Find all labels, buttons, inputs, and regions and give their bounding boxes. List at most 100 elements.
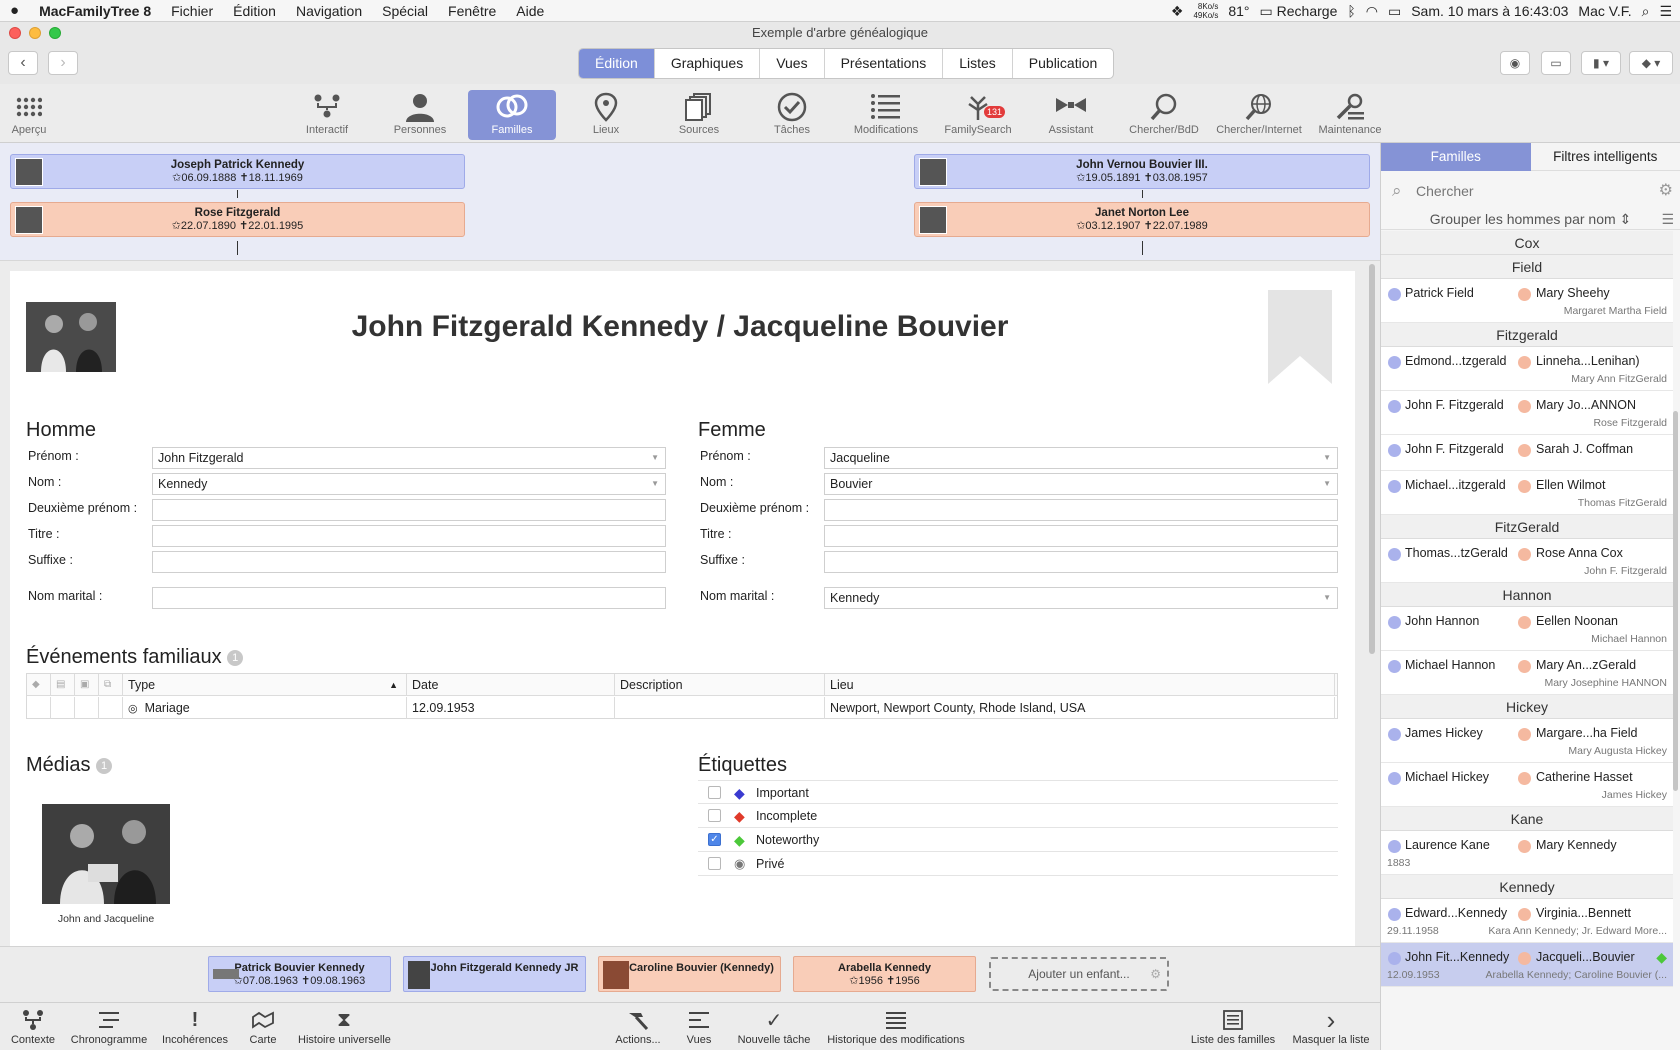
menu-special[interactable]: Spécial [372, 3, 438, 19]
close-window-button[interactable] [9, 27, 21, 39]
toolbar-maintenance[interactable]: Maintenance [1306, 90, 1394, 140]
add-child-button[interactable]: Ajouter un enfant... ⚙ [989, 957, 1169, 991]
list-item[interactable]: Patrick Field Mary Sheehy Margaret Marth… [1381, 279, 1673, 323]
sidebar-tab-filtres[interactable]: Filtres intelligents [1530, 143, 1680, 171]
bottom-actions[interactable]: Actions... [614, 1006, 662, 1046]
tag-row-prive[interactable]: ◉ Privé [698, 852, 1338, 876]
toolbar-sources[interactable]: Sources [655, 90, 743, 140]
tab-graphiques[interactable]: Graphiques [655, 49, 761, 78]
list-item[interactable]: Michael...itzgerald Ellen Wilmot Thomas … [1381, 471, 1673, 515]
parent-card-wife-mother[interactable]: Janet Norton Lee ✩03.12.1907 ✝22.07.1989 [914, 202, 1370, 237]
sidebar-search-input[interactable] [1416, 181, 1636, 201]
tag-row-incomplete[interactable]: ◆ Incomplete [698, 804, 1338, 828]
tag-menu-button[interactable]: ◆ ▾ [1629, 51, 1673, 75]
zoom-window-button[interactable] [49, 27, 61, 39]
bottom-historique[interactable]: Historique des modifications [824, 1006, 968, 1046]
wifi-icon[interactable]: ◠ [1366, 3, 1378, 20]
minimize-window-button[interactable] [29, 27, 41, 39]
toolbar-taches[interactable]: Tâches [748, 90, 836, 140]
child-card-arabella[interactable]: Arabella Kennedy ✩1956 ✝1956 [793, 956, 976, 992]
tag-checkbox-incomplete[interactable] [708, 809, 721, 822]
menu-fenetre[interactable]: Fenêtre [438, 3, 506, 19]
parent-card-husband-mother[interactable]: Rose Fitzgerald ✩22.07.1890 ✝22.01.1995 [10, 202, 465, 237]
bottom-chronogramme[interactable]: Chronogramme [70, 1006, 148, 1046]
toolbar-personnes[interactable]: Personnes [376, 90, 464, 140]
man-married-name-field[interactable] [152, 587, 666, 609]
column-header-date[interactable]: Date [407, 674, 615, 696]
column-header-type[interactable]: Type ▲ [123, 674, 407, 696]
man-middle-name-field[interactable] [152, 499, 666, 521]
tag-row-noteworthy[interactable]: ✓ ◆ Noteworthy [698, 828, 1338, 852]
spotlight-icon[interactable]: ⌕ [1642, 3, 1650, 20]
vertical-scrollbar[interactable] [1367, 261, 1377, 946]
tab-edition[interactable]: Édition [579, 49, 655, 78]
tab-presentations[interactable]: Présentations [825, 49, 944, 78]
child-card-john-jr[interactable]: John Fitzgerald Kennedy JR [403, 956, 586, 992]
source-column-icon[interactable]: ⧉ [99, 674, 123, 696]
toolbar-familles[interactable]: Familles [468, 90, 556, 140]
dropbox-icon[interactable]: ❖ [1171, 3, 1184, 20]
list-item[interactable]: Edward...Kennedy Virginia...Bennett 29.1… [1381, 899, 1673, 943]
menu-aide[interactable]: Aide [506, 3, 554, 19]
tag-column-icon[interactable]: ◆ [27, 674, 51, 696]
sidebar-scrollbar[interactable] [1673, 231, 1680, 1050]
list-item[interactable]: Laurence Kane Mary Kennedy 1883 [1381, 831, 1673, 875]
scrollbar-thumb[interactable] [1369, 264, 1375, 654]
parent-card-wife-father[interactable]: John Vernou Bouvier III. ✩19.05.1891 ✝03… [914, 154, 1370, 189]
sidebar-tab-familles[interactable]: Familles [1381, 143, 1531, 171]
tag-checkbox-noteworthy[interactable]: ✓ [708, 833, 721, 846]
menu-app-name[interactable]: MacFamilyTree 8 [29, 3, 161, 19]
media-column-icon[interactable]: ▣ [75, 674, 99, 696]
list-item-selected[interactable]: John Fit...Kennedy Jacqueli...Bouvier ◆ … [1381, 943, 1673, 987]
menu-navigation[interactable]: Navigation [286, 3, 372, 19]
user-name[interactable]: Mac V.F. [1578, 3, 1631, 19]
tab-vues[interactable]: Vues [760, 49, 825, 78]
bookmark-icon[interactable] [1268, 290, 1332, 384]
gear-icon[interactable]: ⚙ [1659, 178, 1673, 204]
menu-edition[interactable]: Édition [223, 3, 286, 19]
woman-suffix-field[interactable] [824, 551, 1338, 573]
toolbar-assistant[interactable]: Assistant [1027, 90, 1115, 140]
toolbar-interactif[interactable]: Interactif [283, 90, 371, 140]
bottom-vues[interactable]: Vues [682, 1006, 716, 1046]
woman-middle-name-field[interactable] [824, 499, 1338, 521]
woman-first-name-field[interactable]: Jacqueline ▼ [824, 447, 1338, 469]
bottom-liste-familles[interactable]: Liste des familles [1190, 1006, 1276, 1046]
woman-married-name-field[interactable]: Kennedy ▼ [824, 587, 1338, 609]
man-first-name-field[interactable]: John Fitzgerald ▼ [152, 447, 666, 469]
sort-options-icon[interactable]: ☰ [1661, 208, 1674, 230]
clock[interactable]: Sam. 10 mars à 16:43:03 [1411, 3, 1568, 19]
child-card-patrick[interactable]: Patrick Bouvier Kennedy ✩07.08.1963 ✝09.… [208, 956, 391, 992]
column-header-place[interactable]: Lieu [825, 674, 1335, 696]
man-title-field[interactable] [152, 525, 666, 547]
toolbar-chercher-bdd[interactable]: Chercher/BdD [1120, 90, 1208, 140]
toolbar-familysearch[interactable]: 131 FamilySearch [934, 90, 1022, 140]
bottom-histoire-universelle[interactable]: ⧗ Histoire universelle [298, 1006, 391, 1047]
bluetooth-icon[interactable]: ᛒ [1347, 3, 1355, 19]
toolbar-lieux[interactable]: Lieux [562, 90, 650, 140]
tag-checkbox-important[interactable] [708, 786, 721, 799]
toolbar-apercu[interactable]: Aperçu [0, 90, 73, 140]
tag-row-important[interactable]: ◆ Important [698, 780, 1338, 804]
temperature-readout[interactable]: 81° [1228, 3, 1249, 19]
list-item[interactable]: Thomas...tzGerald Rose Anna Cox John F. … [1381, 539, 1673, 583]
scrollbar-thumb[interactable] [1673, 411, 1678, 791]
woman-title-field[interactable] [824, 525, 1338, 547]
sync-button[interactable]: ◉ [1500, 51, 1530, 75]
table-row[interactable]: ◎ Mariage 12.09.1953 Newport, Newport Co… [27, 697, 1337, 719]
media-thumbnail[interactable] [42, 804, 170, 904]
forward-button[interactable]: › [48, 51, 78, 75]
layout-button[interactable]: ▭ [1541, 51, 1571, 75]
menu-fichier[interactable]: Fichier [161, 3, 223, 19]
family-photo[interactable] [26, 302, 116, 372]
tag-checkbox-prive[interactable] [708, 857, 721, 870]
child-card-caroline[interactable]: Caroline Bouvier (Kennedy) [598, 956, 781, 992]
bottom-masquer-liste[interactable]: › Masquer la liste [1290, 1005, 1372, 1047]
battery-status[interactable]: ▭ Recharge [1260, 3, 1338, 20]
apple-icon[interactable]: ● [0, 2, 29, 19]
note-column-icon[interactable]: ▤ [51, 674, 75, 696]
list-item[interactable]: John F. Fitzgerald Sarah J. Coffman [1381, 435, 1673, 471]
list-item[interactable]: James Hickey Margare...ha Field Mary Aug… [1381, 719, 1673, 763]
group-by-popup[interactable]: Grouper les hommes par nom ⇕ ☰ [1381, 208, 1680, 230]
bottom-contexte[interactable]: Contexte [10, 1006, 56, 1046]
